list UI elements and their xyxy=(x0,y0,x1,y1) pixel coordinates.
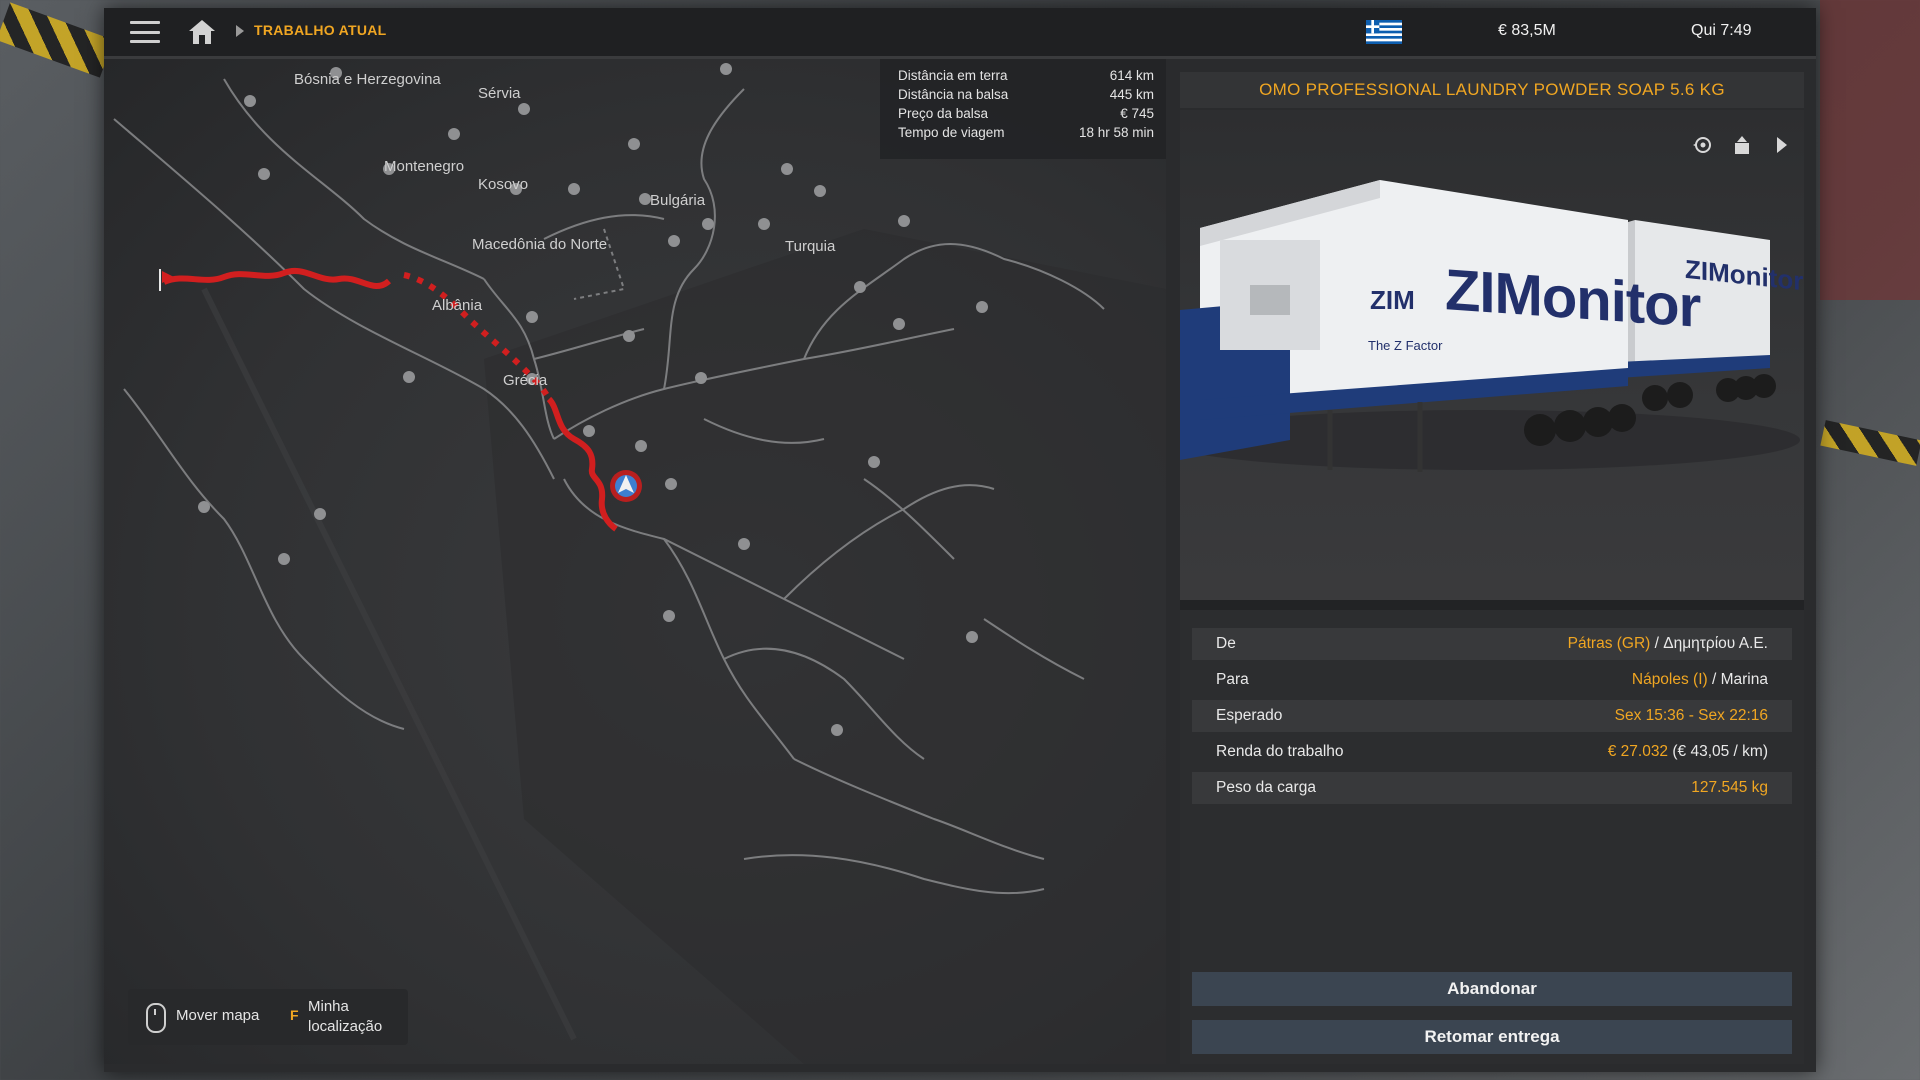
home-icon[interactable] xyxy=(188,19,216,45)
trailer-tagline: The Z Factor xyxy=(1368,338,1443,353)
map-label-greece: Grécia xyxy=(503,372,548,389)
trailer-illustration xyxy=(1180,180,1800,472)
job-window: TRABALHO ATUAL € 83,5M Qui 7:49 Bósnia e… xyxy=(104,8,1816,1072)
map-label-bosnia: Bósnia e Herzegovina xyxy=(294,71,441,88)
map-label-macedonia: Macedônia do Norte xyxy=(472,236,608,253)
abandon-button[interactable]: Abandonar xyxy=(1192,972,1792,1006)
map-label-serbia: Sérvia xyxy=(478,85,521,102)
key-f-hint: F xyxy=(290,1007,299,1023)
menu-icon[interactable] xyxy=(130,21,160,43)
job-details: De Pátras (GR) / Δημητρίου Α.Ε. Para Náp… xyxy=(1180,610,1804,1064)
job-details-panel: OMO PROFESSIONAL LAUNDRY POWDER SOAP 5.6… xyxy=(1180,72,1804,1064)
trailer-small-logo: ZIM xyxy=(1370,285,1415,315)
background-wall xyxy=(1820,0,1920,300)
map-controls-hint: Mover mapa F Minha localização xyxy=(128,989,408,1045)
account-balance: € 83,5M xyxy=(1498,22,1556,39)
move-map-hint[interactable]: Mover mapa xyxy=(176,1007,259,1024)
trailer-preview[interactable]: ZIMonitor ZIM The Z Factor ZIMonitor xyxy=(1180,110,1804,600)
route-info-box: Distância em terra 614 km Distância na ba… xyxy=(880,59,1166,159)
truck-position-icon xyxy=(610,470,642,502)
background-hazard-stripe xyxy=(0,2,114,78)
detail-row-income: Renda do trabalho € 27.032 (€ 43,05 / km… xyxy=(1216,743,1768,760)
map-label-kosovo: Kosovo xyxy=(478,176,529,193)
my-location-hint[interactable]: Minha localização xyxy=(308,997,404,1037)
top-bar: TRABALHO ATUAL € 83,5M Qui 7:49 xyxy=(104,8,1816,59)
map-label-albania: Albânia xyxy=(432,297,483,314)
route-map[interactable]: Bósnia e Herzegovina Sérvia Montenegro K… xyxy=(104,59,1166,1064)
map-label-montenegro: Montenegro xyxy=(384,158,465,175)
breadcrumb-current-job[interactable]: TRABALHO ATUAL xyxy=(254,22,387,38)
route-ferry-price: Preço da balsa € 745 xyxy=(898,106,1154,121)
route-travel-time: Tempo de viagem 18 hr 58 min xyxy=(898,125,1154,140)
breadcrumb-chevron-icon xyxy=(236,25,244,37)
detail-row-cargo-weight: Peso da carga 127.545 kg xyxy=(1192,772,1792,804)
route-land-segment xyxy=(162,267,392,289)
preview-separator xyxy=(1180,600,1804,610)
map-canvas xyxy=(113,63,1166,1064)
cargo-title: OMO PROFESSIONAL LAUNDRY POWDER SOAP 5.6… xyxy=(1180,72,1804,108)
game-clock: Qui 7:49 xyxy=(1691,22,1752,39)
detail-row-expected: Esperado Sex 15:36 - Sex 22:16 xyxy=(1192,700,1792,732)
background-hazard-stripe xyxy=(1820,420,1920,466)
detail-row-origin: De Pátras (GR) / Δημητρίου Α.Ε. xyxy=(1192,628,1792,660)
greece-flag-icon xyxy=(1366,20,1402,44)
resume-delivery-button[interactable]: Retomar entrega xyxy=(1192,1020,1792,1054)
route-ferry-distance: Distância na balsa 445 km xyxy=(898,87,1154,102)
map-label-bulgaria: Bulgária xyxy=(650,192,706,209)
map-label-turkey: Turquia xyxy=(785,238,836,255)
route-land-distance: Distância em terra 614 km xyxy=(898,68,1154,83)
detail-row-destination: Para Nápoles (I) / Marina xyxy=(1216,671,1768,688)
mouse-icon xyxy=(146,1003,166,1033)
